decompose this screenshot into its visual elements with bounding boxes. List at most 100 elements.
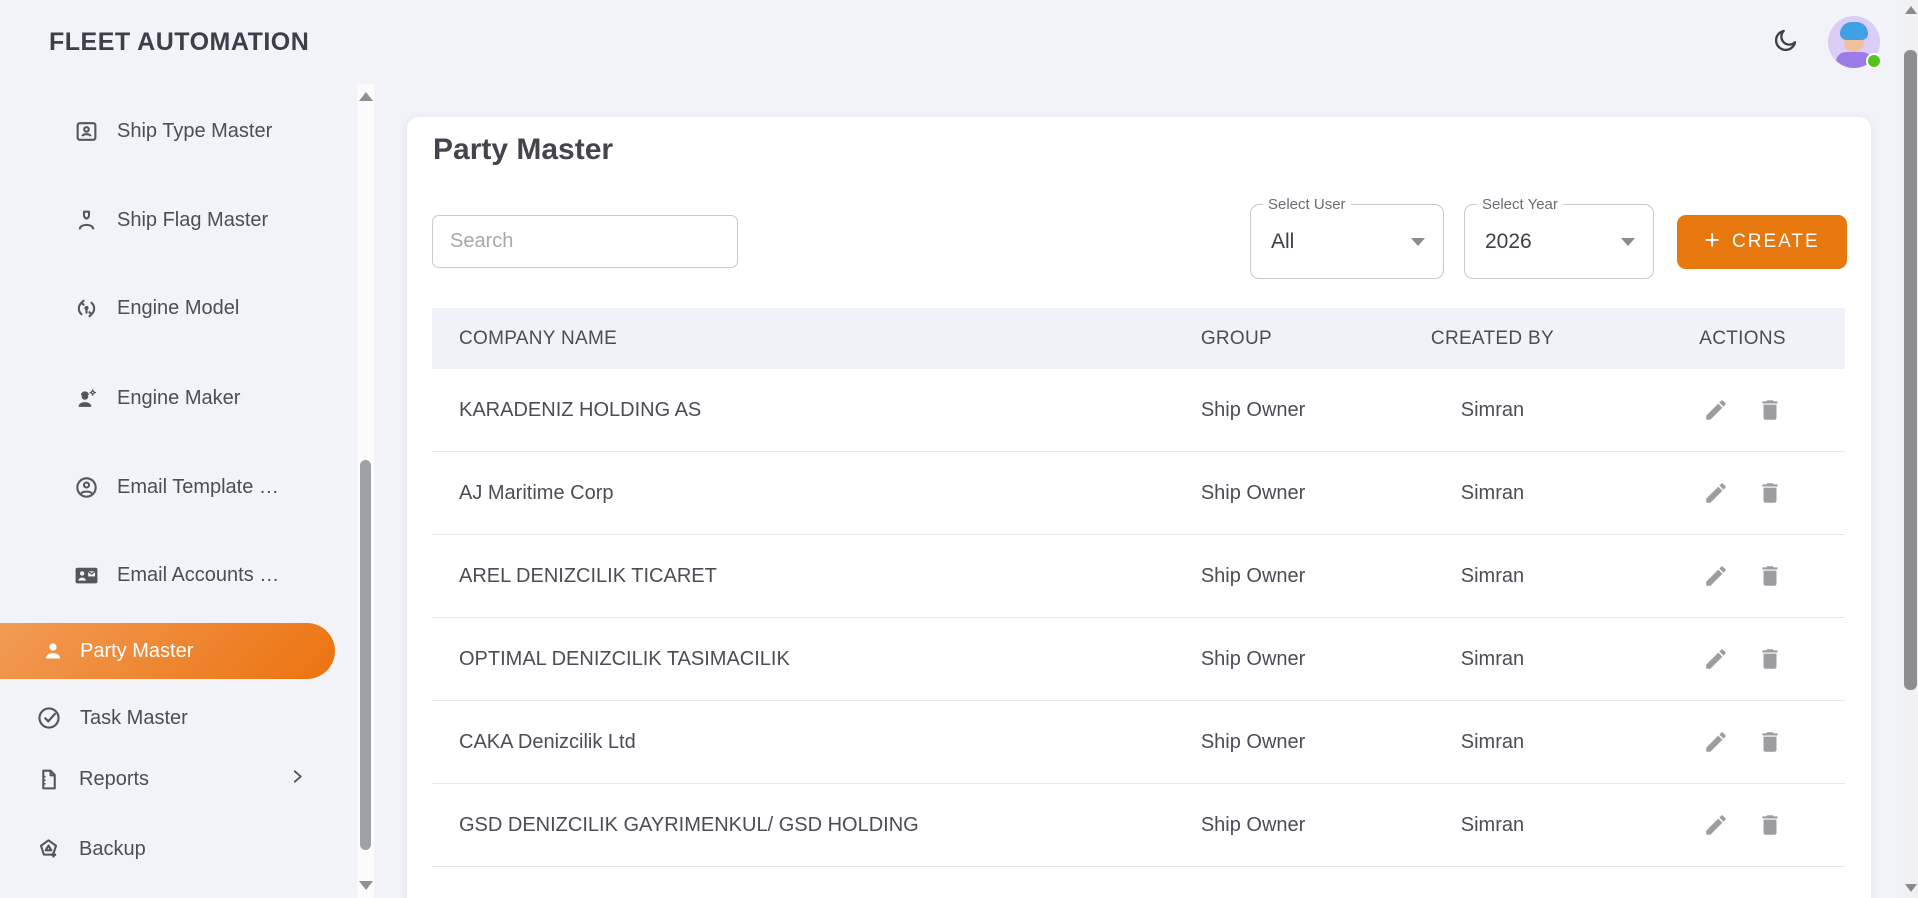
company-name-cell: AJ Maritime Corp [432,482,1174,505]
created-by-cell: Simran [1345,482,1640,505]
table-row: AJ Maritime Corp Ship Owner Simran [432,452,1845,535]
chevron-down-icon [1411,238,1425,246]
scroll-down-arrow-icon[interactable] [1905,884,1917,892]
select-year-label: Select Year [1477,196,1563,213]
group-cell: Ship Owner [1174,565,1345,588]
page-scrollbar [1903,0,1918,898]
scroll-up-arrow-icon[interactable] [1905,6,1917,14]
sidebar-item-email-accounts[interactable]: Email Accounts … [0,555,340,595]
sidebar-item-reports[interactable]: Reports [0,759,340,799]
account-circle-icon [74,475,99,500]
id-badge-icon [74,119,99,144]
fleet-automation-app: { "app": { "title": "FLEET AUTOMATION" }… [0,0,1918,898]
column-header-group: GROUP [1174,328,1345,350]
delete-trash-icon[interactable] [1757,563,1783,589]
page-title: Party Master [433,133,613,167]
table-row: GSD DENIZCILIK GAYRIMENKUL/ GSD HOLDING … [432,784,1845,867]
sidebar-scrollbar [357,84,374,898]
table-row: KARADENIZ HOLDING AS Ship Owner Simran [432,369,1845,452]
actions-cell [1640,812,1845,838]
rotate-sync-icon [74,296,99,321]
table-row: AREL DENIZCILIK TICARET Ship Owner Simra… [432,535,1845,618]
chevron-down-icon [1621,238,1635,246]
scroll-up-arrow-icon[interactable] [359,92,373,101]
party-table: COMPANY NAME GROUP CREATED BY ACTIONS KA… [432,308,1845,898]
actions-cell [1640,729,1845,755]
edit-pencil-icon[interactable] [1703,646,1729,672]
backup-icon [36,837,61,862]
edit-pencil-icon[interactable] [1703,563,1729,589]
chevron-right-icon [288,768,306,791]
scroll-down-arrow-icon[interactable] [359,881,373,890]
page-scrollbar-thumb[interactable] [1904,50,1917,690]
sidebar-item-ship-flag-master[interactable]: Ship Flag Master [0,200,340,240]
sidebar-item-engine-model[interactable]: Engine Model [0,288,340,328]
delete-trash-icon[interactable] [1757,397,1783,423]
created-by-cell: Simran [1345,814,1640,837]
actions-cell [1640,646,1845,672]
actions-cell [1640,480,1845,506]
sidebar: Ship Type Master Ship Flag Master Engine… [0,84,380,898]
group-cell: Ship Owner [1174,814,1345,837]
group-cell: Ship Owner [1174,399,1345,422]
group-cell: Ship Owner [1174,648,1345,671]
sidebar-scrollbar-thumb[interactable] [360,460,371,850]
contact-mail-icon [74,563,99,588]
search-input[interactable] [432,215,738,268]
created-by-cell: Simran [1345,399,1640,422]
user-avatar[interactable] [1828,16,1880,68]
created-by-cell: Simran [1345,648,1640,671]
topbar-right [1768,0,1880,84]
company-name-cell: AREL DENIZCILIK TICARET [432,565,1174,588]
engineer-icon [74,386,99,411]
select-user-label: Select User [1263,196,1351,213]
column-header-created-by: CREATED BY [1345,328,1640,350]
select-year-value: 2026 [1485,230,1532,254]
delete-trash-icon[interactable] [1757,812,1783,838]
table-header-row: COMPANY NAME GROUP CREATED BY ACTIONS [432,308,1845,369]
edit-pencil-icon[interactable] [1703,397,1729,423]
app-title: FLEET AUTOMATION [49,28,309,57]
edit-pencil-icon[interactable] [1703,812,1729,838]
create-button[interactable]: + CREATE [1677,215,1847,269]
online-status-dot [1866,53,1882,69]
column-header-company-name: COMPANY NAME [432,328,1174,350]
create-button-label: CREATE [1732,231,1820,253]
topbar: FLEET AUTOMATION [0,0,1918,84]
delete-trash-icon[interactable] [1757,480,1783,506]
sidebar-item-task-master[interactable]: Task Master [0,698,340,738]
shield-person-icon [74,208,99,233]
company-name-cell: GSD DENIZCILIK GAYRIMENKUL/ GSD HOLDING [432,814,1174,837]
select-year-dropdown[interactable]: Select Year 2026 [1464,204,1654,279]
sidebar-item-backup[interactable]: Backup [0,829,340,869]
task-check-icon [36,706,62,731]
moon-icon [1771,27,1799,58]
table-row-partial [432,867,1845,898]
edit-pencil-icon[interactable] [1703,480,1729,506]
select-user-dropdown[interactable]: Select User All [1250,204,1444,279]
delete-trash-icon[interactable] [1757,729,1783,755]
sidebar-item-party-master[interactable]: Party Master [0,623,335,679]
edit-pencil-icon[interactable] [1703,729,1729,755]
group-cell: Ship Owner [1174,482,1345,505]
column-header-actions: ACTIONS [1640,328,1845,350]
actions-cell [1640,563,1845,589]
select-user-value: All [1271,230,1294,254]
delete-trash-icon[interactable] [1757,646,1783,672]
table-row: CAKA Denizcilik Ltd Ship Owner Simran [432,701,1845,784]
sidebar-item-ship-type-master[interactable]: Ship Type Master [0,111,340,151]
company-name-cell: CAKA Denizcilik Ltd [432,731,1174,754]
created-by-cell: Simran [1345,565,1640,588]
table-row: OPTIMAL DENIZCILIK TASIMACILIK Ship Owne… [432,618,1845,701]
actions-cell [1640,397,1845,423]
company-name-cell: OPTIMAL DENIZCILIK TASIMACILIK [432,648,1174,671]
sidebar-item-engine-maker[interactable]: Engine Maker [0,378,340,418]
company-name-cell: KARADENIZ HOLDING AS [432,399,1174,422]
document-icon [36,767,61,792]
created-by-cell: Simran [1345,731,1640,754]
sidebar-item-email-template[interactable]: Email Template … [0,467,340,507]
person-icon [40,639,65,664]
plus-icon: + [1704,227,1720,254]
group-cell: Ship Owner [1174,731,1345,754]
dark-mode-toggle-button[interactable] [1768,25,1802,59]
